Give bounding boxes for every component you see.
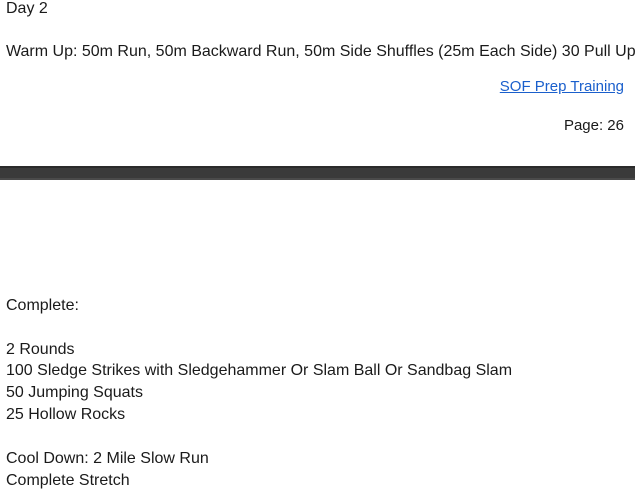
page-number: Page: 26 xyxy=(563,117,624,134)
day-heading: Day 2 xyxy=(6,0,48,17)
complete-label: Complete: xyxy=(6,297,79,314)
stretch-text: Complete Stretch xyxy=(6,472,130,489)
exercise-item: 100 Sledge Strikes with Sledgehammer Or … xyxy=(6,362,513,379)
document-page-lower: Complete: 2 Rounds 100 Sledge Strikes wi… xyxy=(0,180,635,494)
warmup-text: Warm Up: 50m Run, 50m Backward Run, 50m … xyxy=(6,43,635,60)
page-break-separator xyxy=(0,166,635,180)
cooldown-text: Cool Down: 2 Mile Slow Run xyxy=(6,450,209,467)
footer-link[interactable]: SOF Prep Training xyxy=(500,77,624,97)
exercise-item: 25 Hollow Rocks xyxy=(6,406,126,423)
document-page-upper: Day 2 Warm Up: 50m Run, 50m Backward Run… xyxy=(0,0,635,166)
exercise-item: 50 Jumping Squats xyxy=(6,384,143,401)
sof-prep-training-link[interactable]: SOF Prep Training xyxy=(500,78,624,95)
rounds-text: 2 Rounds xyxy=(6,341,75,358)
